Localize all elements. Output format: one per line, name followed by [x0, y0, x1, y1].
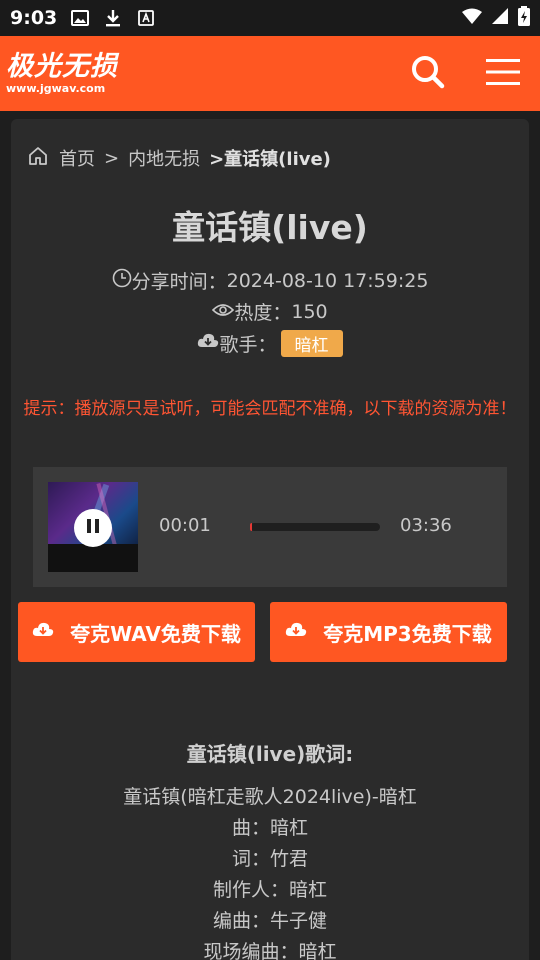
breadcrumb: 首页 > 内地无损 >童话镇(live)	[28, 145, 331, 171]
song-title: 童话镇(live)	[172, 208, 368, 247]
search-icon[interactable]	[410, 54, 446, 94]
share-time-row: 分享时间： 2024-08-10 17:59:25	[11, 267, 529, 294]
eye-icon	[212, 301, 235, 323]
heat-label: 热度：	[234, 302, 292, 324]
clock-icon	[112, 268, 132, 293]
lyrics: 童话镇(暗杠走歌人2024live)-暗杠 曲：暗杠 词：竹君 制作人：暗杠 编…	[11, 782, 529, 960]
cloud-download-icon	[197, 332, 219, 355]
pause-icon	[86, 518, 100, 538]
total-time: 03:36	[400, 515, 452, 536]
progress-fill	[250, 523, 252, 531]
status-time: 9:03	[10, 7, 58, 29]
lyrics-line: 童话镇(暗杠走歌人2024live)-暗杠	[123, 786, 417, 808]
home-icon[interactable]	[28, 146, 48, 171]
pause-button[interactable]	[74, 509, 112, 547]
heat-value: 150	[291, 300, 328, 323]
lyrics-title: 童话镇(live)歌词:	[186, 742, 354, 766]
breadcrumb-home[interactable]: 首页	[59, 145, 95, 171]
cloud-download-icon	[285, 620, 323, 644]
cloud-download-icon	[32, 620, 70, 644]
download-mp3-button[interactable]: 夸克MP3免费下载	[270, 602, 507, 662]
singer-badge[interactable]: 暗杠	[280, 330, 343, 357]
lyrics-line: 曲：暗杠	[231, 817, 308, 839]
image-notification-icon	[71, 9, 90, 27]
download-wav-label: 夸克WAV免费下载	[70, 621, 241, 646]
singer-row: 歌手： 暗杠	[11, 330, 529, 357]
share-time-value: 2024-08-10 17:59:25	[226, 269, 429, 292]
download-notification-icon	[104, 9, 122, 27]
app-header: 极光无损 www.jgwav.com	[0, 36, 540, 111]
logo-url: www.jgwav.com	[6, 82, 106, 95]
singer-label: 歌手：	[219, 334, 277, 356]
lyrics-line: 现场编曲：暗杠	[203, 941, 337, 960]
signal-icon	[492, 8, 508, 28]
logo-title: 极光无损	[6, 51, 118, 82]
heat-row: 热度： 150	[11, 298, 529, 325]
status-bar: 9:03	[0, 0, 540, 36]
lyrics-line: 编曲：牛子健	[212, 910, 327, 932]
lyrics-line: 制作人：暗杠	[212, 879, 327, 901]
playback-tip: 提示：播放源只是试听，可能会匹配不准确，以下载的资源为准！	[23, 399, 517, 419]
breadcrumb-category[interactable]: 内地无损	[128, 145, 200, 171]
app-notification-icon	[137, 9, 155, 27]
site-logo[interactable]: 极光无损 www.jgwav.com	[6, 53, 118, 94]
wifi-icon	[462, 8, 482, 28]
share-time-label: 分享时间：	[131, 271, 227, 293]
progress-bar[interactable]	[250, 523, 380, 531]
download-mp3-label: 夸克MP3免费下载	[323, 621, 492, 646]
lyrics-line: 词：竹君	[231, 848, 308, 870]
menu-icon[interactable]	[486, 58, 520, 89]
download-wav-button[interactable]: 夸克WAV免费下载	[18, 602, 255, 662]
current-time: 00:01	[159, 515, 211, 536]
song-card: 首页 > 内地无损 >童话镇(live) 童话镇(live) 分享时间： 202…	[11, 119, 529, 960]
battery-icon	[518, 6, 530, 30]
breadcrumb-separator: >	[104, 147, 120, 169]
audio-player: 00:01 03:36	[33, 467, 507, 587]
breadcrumb-current: >童话镇(live)	[209, 149, 331, 170]
